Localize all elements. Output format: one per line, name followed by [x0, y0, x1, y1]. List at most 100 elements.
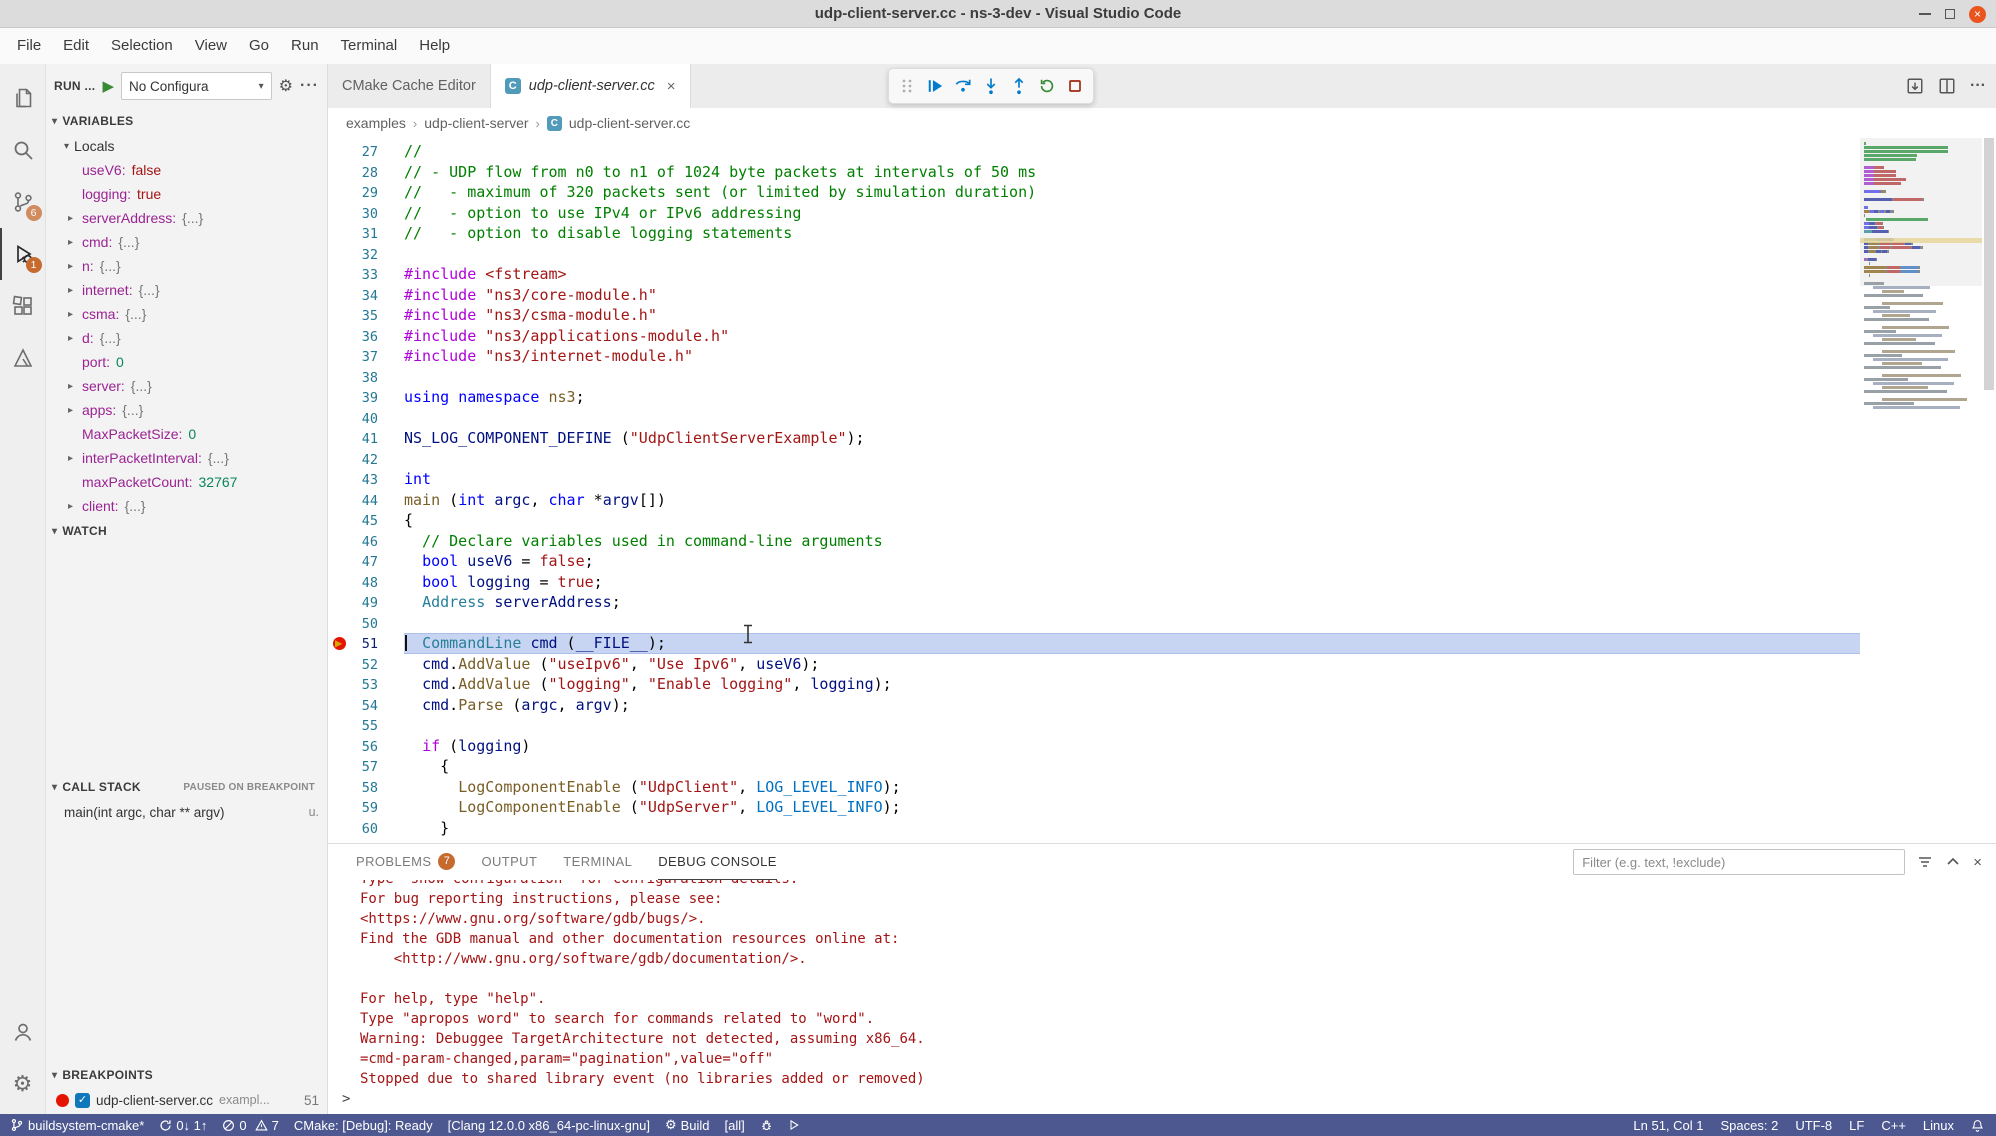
watch-header[interactable]: ▾ WATCH: [46, 518, 327, 544]
code-line[interactable]: 31// - option to disable logging stateme…: [328, 223, 1860, 244]
code-line[interactable]: 34#include "ns3/core-module.h": [328, 285, 1860, 306]
code-line[interactable]: 42: [328, 449, 1860, 470]
code-line[interactable]: 59 LogComponentEnable ("UdpServer", LOG_…: [328, 797, 1860, 818]
menu-edit[interactable]: Edit: [52, 32, 100, 60]
code-line[interactable]: 33#include <fstream>: [328, 264, 1860, 285]
line-number-cell[interactable]: 36: [328, 326, 404, 347]
close-panel-icon[interactable]: ×: [1973, 854, 1982, 871]
variable-row[interactable]: ▸internet:{...}: [46, 278, 327, 302]
cmake-status-item[interactable]: CMake: [Debug]: Ready: [294, 1118, 433, 1133]
code-text[interactable]: #include "ns3/internet-module.h": [404, 346, 1860, 367]
maximize-icon[interactable]: [1945, 9, 1955, 19]
line-number-cell[interactable]: 57: [328, 756, 404, 777]
code-text[interactable]: LogComponentEnable ("UdpClient", LOG_LEV…: [404, 777, 1860, 798]
code-text[interactable]: int: [404, 469, 1860, 490]
os-item[interactable]: Linux: [1923, 1118, 1954, 1133]
breadcrumb-udp-client-server[interactable]: udp-client-server: [424, 115, 528, 131]
line-number-cell[interactable]: 33: [328, 264, 404, 285]
line-number-cell[interactable]: ▶51: [328, 633, 404, 654]
code-text[interactable]: // - maximum of 320 packets sent (or lim…: [404, 182, 1860, 203]
start-debug-icon[interactable]: ▶: [102, 77, 114, 95]
minimap[interactable]: [1860, 138, 1982, 843]
code-line[interactable]: 58 LogComponentEnable ("UdpClient", LOG_…: [328, 777, 1860, 798]
filter-options-icon[interactable]: [1917, 854, 1933, 870]
menu-view[interactable]: View: [184, 32, 238, 60]
code-line[interactable]: 36#include "ns3/applications-module.h": [328, 326, 1860, 347]
code-line[interactable]: 41NS_LOG_COMPONENT_DEFINE ("UdpClientSer…: [328, 428, 1860, 449]
manage-gear-icon[interactable]: ⚙: [0, 1058, 46, 1110]
code-text[interactable]: if (logging): [404, 736, 1860, 757]
step-into-icon[interactable]: [977, 71, 1005, 101]
split-editor-icon[interactable]: [1938, 77, 1956, 95]
code-line[interactable]: 45{: [328, 510, 1860, 531]
code-text[interactable]: #include "ns3/csma-module.h": [404, 305, 1860, 326]
code-line[interactable]: 39using namespace ns3;: [328, 387, 1860, 408]
line-number-cell[interactable]: 47: [328, 551, 404, 572]
extensions-icon[interactable]: [0, 280, 46, 332]
code-line[interactable]: 28// - UDP flow from n0 to n1 of 1024 by…: [328, 162, 1860, 183]
code-text[interactable]: bool logging = true;: [404, 572, 1860, 593]
variable-row[interactable]: useV6:false: [46, 158, 327, 182]
more-actions-icon[interactable]: ···: [1970, 77, 1986, 95]
cmake-kit-item[interactable]: [Clang 12.0.0 x86_64-pc-linux-gnu]: [448, 1118, 650, 1133]
variable-row[interactable]: MaxPacketSize:0: [46, 422, 327, 446]
line-number-cell[interactable]: 34: [328, 285, 404, 306]
run-and-debug-icon[interactable]: 1: [0, 228, 46, 280]
code-text[interactable]: #include <fstream>: [404, 264, 1860, 285]
variable-row[interactable]: port:0: [46, 350, 327, 374]
code-text[interactable]: LogComponentEnable ("UdpServer", LOG_LEV…: [404, 797, 1860, 818]
breakpoint-row[interactable]: ✓ udp-client-server.cc exampl... 51: [46, 1088, 327, 1112]
notifications-bell-icon[interactable]: [1971, 1119, 1984, 1132]
line-number-cell[interactable]: 42: [328, 449, 404, 470]
breakpoint-enabled-checkbox[interactable]: ✓: [75, 1093, 90, 1108]
line-number-cell[interactable]: 40: [328, 408, 404, 429]
code-line[interactable]: 48 bool logging = true;: [328, 572, 1860, 593]
line-number-cell[interactable]: 60: [328, 818, 404, 839]
problems-status-item[interactable]: 0 7: [222, 1118, 278, 1133]
launch-target-icon[interactable]: [788, 1119, 800, 1131]
build-target-item[interactable]: [all]: [725, 1118, 745, 1133]
line-number-cell[interactable]: 30: [328, 203, 404, 224]
line-number-cell[interactable]: 49: [328, 592, 404, 613]
indentation-item[interactable]: Spaces: 2: [1721, 1118, 1779, 1133]
eol-item[interactable]: LF: [1849, 1118, 1864, 1133]
line-number-cell[interactable]: 27: [328, 141, 404, 162]
line-number-cell[interactable]: 31: [328, 223, 404, 244]
continue-icon[interactable]: [921, 71, 949, 101]
line-number-cell[interactable]: 28: [328, 162, 404, 183]
menu-selection[interactable]: Selection: [100, 32, 184, 60]
tab-cmake-cache-editor[interactable]: CMake Cache Editor: [328, 64, 491, 108]
line-number-cell[interactable]: 39: [328, 387, 404, 408]
variable-row[interactable]: ▸csma:{...}: [46, 302, 327, 326]
expand-chevron-icon[interactable]: ▸: [68, 405, 82, 416]
code-line[interactable]: 30// - option to use IPv4 or IPv6 addres…: [328, 203, 1860, 224]
code-text[interactable]: //: [404, 141, 1860, 162]
code-text[interactable]: [404, 244, 1860, 265]
code-text[interactable]: // Declare variables used in command-lin…: [404, 531, 1860, 552]
code-text[interactable]: {: [404, 756, 1860, 777]
minimize-icon[interactable]: [1919, 13, 1931, 15]
line-number-cell[interactable]: 44: [328, 490, 404, 511]
code-line[interactable]: 35#include "ns3/csma-module.h": [328, 305, 1860, 326]
code-line[interactable]: 49 Address serverAddress;: [328, 592, 1860, 613]
variable-row[interactable]: ▸server:{...}: [46, 374, 327, 398]
variable-row[interactable]: ▸serverAddress:{...}: [46, 206, 327, 230]
line-number-cell[interactable]: 45: [328, 510, 404, 531]
variable-row[interactable]: ▸client:{...}: [46, 494, 327, 518]
code-text[interactable]: cmd.AddValue ("logging", "Enable logging…: [404, 674, 1860, 695]
variable-row[interactable]: ▸apps:{...}: [46, 398, 327, 422]
breadcrumb-file[interactable]: udp-client-server.cc: [569, 115, 690, 131]
git-branch-item[interactable]: buildsystem-cmake*: [10, 1118, 144, 1133]
code-line[interactable]: 40: [328, 408, 1860, 429]
code-editor[interactable]: 27//28// - UDP flow from n0 to n1 of 102…: [328, 138, 1996, 843]
line-number-cell[interactable]: 32: [328, 244, 404, 265]
expand-chevron-icon[interactable]: ▸: [68, 501, 82, 512]
code-line[interactable]: 50: [328, 613, 1860, 634]
source-control-icon[interactable]: 6: [0, 176, 46, 228]
code-line[interactable]: 60 }: [328, 818, 1860, 839]
code-text[interactable]: [404, 408, 1860, 429]
expand-chevron-icon[interactable]: ▸: [68, 453, 82, 464]
stop-icon[interactable]: [1061, 71, 1089, 101]
menu-file[interactable]: File: [6, 32, 52, 60]
line-number-cell[interactable]: 55: [328, 715, 404, 736]
